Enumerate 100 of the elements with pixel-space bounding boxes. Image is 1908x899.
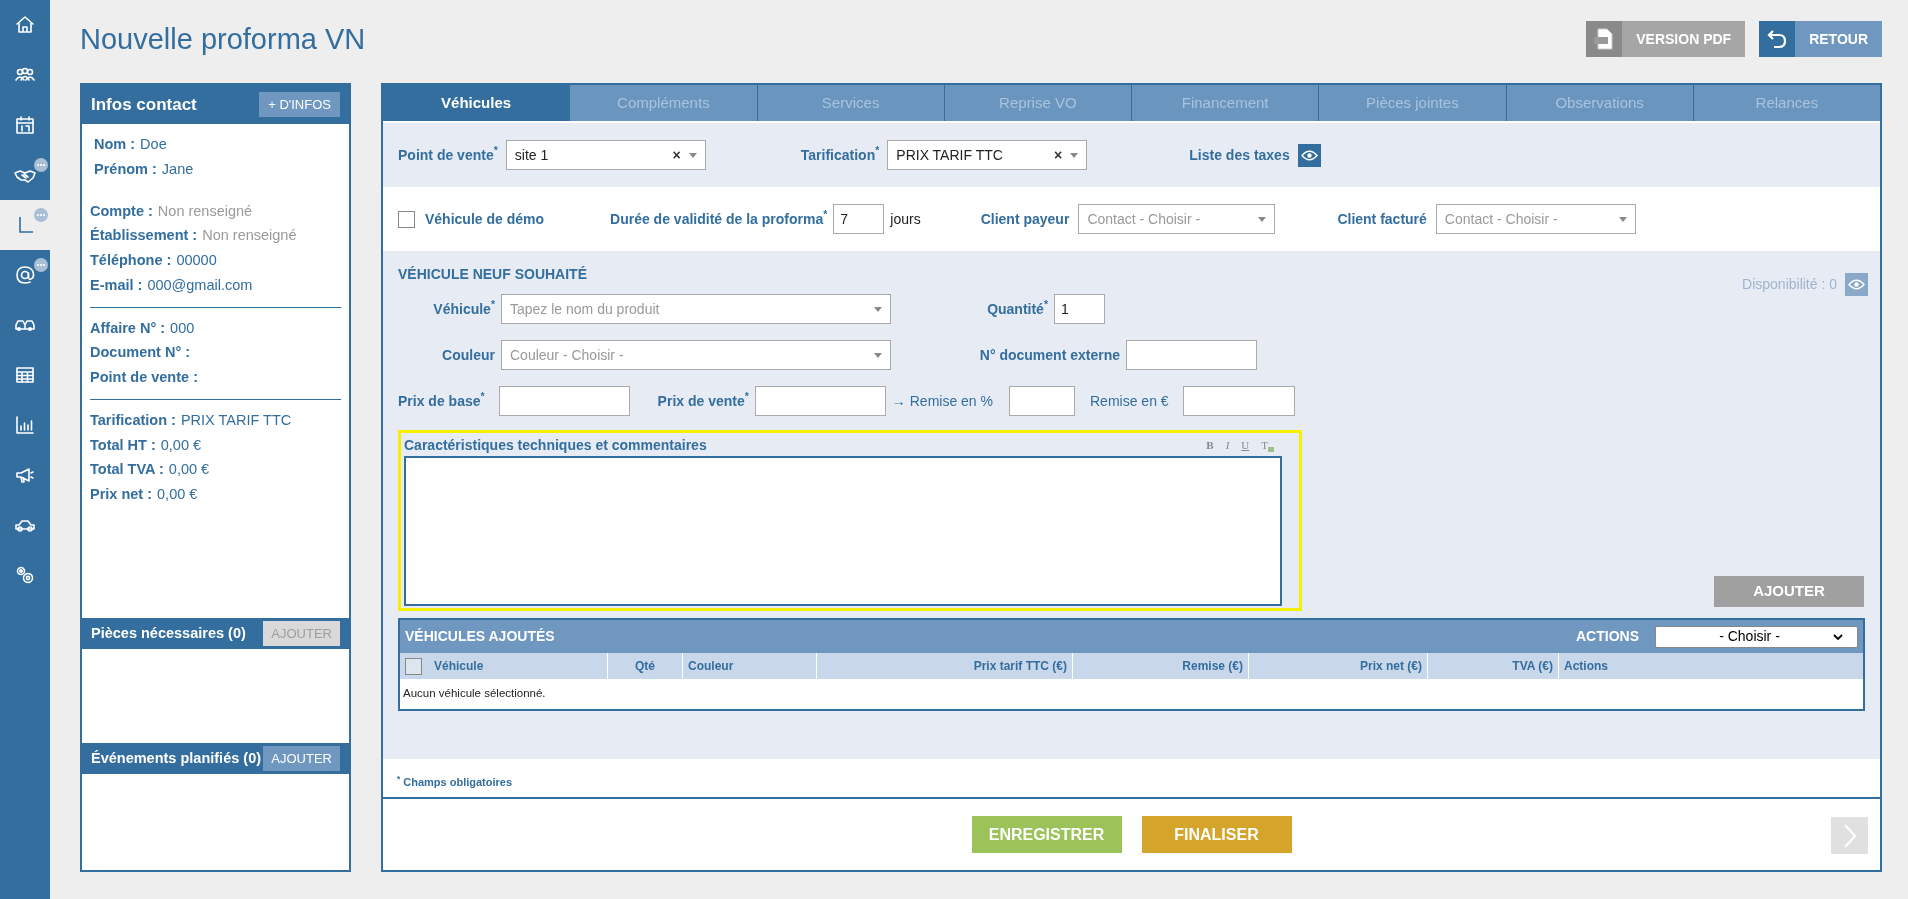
- tab[interactable]: Reprise VO: [943, 85, 1131, 121]
- dropdown-caret-icon: [688, 152, 697, 158]
- pdf-file-icon: [1593, 27, 1616, 51]
- view-button[interactable]: [1845, 272, 1868, 296]
- dropdown-caret-icon: [1258, 216, 1267, 222]
- actions-dropdown[interactable]: - Choisir -: [1655, 625, 1858, 648]
- underline-format-button[interactable]: U: [1241, 436, 1250, 454]
- eye-icon: [1848, 278, 1865, 290]
- field-value: Jane: [161, 159, 194, 179]
- field-label: E-mail :: [90, 275, 143, 295]
- field-value: PRIX TARIF TTC: [180, 410, 292, 430]
- finish-button[interactable]: FINALISER: [1141, 816, 1292, 853]
- field-value: Non renseigné: [157, 201, 253, 221]
- tab[interactable]: Compléments: [569, 85, 757, 121]
- field-label: Document N° :: [90, 343, 191, 363]
- tab[interactable]: Observations: [1505, 85, 1693, 121]
- table-icon: [14, 364, 36, 386]
- bold-format-button[interactable]: B: [1206, 436, 1214, 454]
- field-label: Liste des taxes: [1189, 145, 1290, 165]
- clear-format-button[interactable]: T: [1261, 436, 1274, 454]
- field-label: Total TVA :: [90, 460, 164, 480]
- table-title: VÉHICULES AJOUTÉS: [405, 627, 555, 646]
- field-label: Point de vente$^{*}$: [398, 144, 498, 165]
- empty-message: Aucun véhicule sélectionné.: [403, 686, 546, 702]
- field-value: Doe: [140, 135, 167, 154]
- field-value: 00000: [176, 251, 217, 270]
- field-label: Affaire N° :: [90, 318, 166, 338]
- field-label: → Remise en %: [891, 391, 993, 411]
- back-button[interactable]: RETOUR: [1759, 21, 1882, 57]
- at-sign-icon: [14, 264, 36, 286]
- page-title: Nouvelle proforma VN: [80, 21, 366, 57]
- field-label: Point de vente :: [90, 368, 198, 387]
- field-label: Remise en €: [1090, 391, 1169, 411]
- save-button[interactable]: ENREGISTRER: [971, 816, 1122, 853]
- field-label: Prénom :: [94, 159, 157, 179]
- home-icon: [14, 14, 36, 36]
- tab[interactable]: Véhicules: [383, 85, 570, 121]
- dropdown[interactable]: PRIX TARIF TTC ×: [887, 140, 1088, 170]
- field-label: Prix net :: [90, 485, 153, 504]
- column-header: Prix net (€): [1249, 653, 1428, 679]
- field-value: Non renseigné: [202, 226, 297, 246]
- tab[interactable]: Relances: [1692, 85, 1880, 121]
- field-label: Compte :: [90, 201, 153, 221]
- field-label: Caractéristiques techniques et commentaires: [404, 435, 707, 455]
- checkbox[interactable]: [398, 210, 415, 228]
- comment-editor[interactable]: [404, 456, 1282, 606]
- dropdown[interactable]: Tapez le nom du produit: [501, 294, 891, 324]
- field-value: 000@gmail.com: [147, 275, 253, 295]
- field-label: Véhicule$^{*}$: [433, 298, 495, 319]
- calendar-icon: [14, 114, 36, 136]
- tab[interactable]: Financement: [1131, 85, 1319, 121]
- tab[interactable]: Pièces jointes: [1318, 85, 1506, 121]
- input-field[interactable]: [1009, 386, 1075, 416]
- input-field[interactable]: [498, 386, 630, 416]
- checkbox[interactable]: [405, 657, 422, 675]
- chevron-down-icon: [1833, 633, 1843, 640]
- undo-arrow-icon: [1766, 28, 1789, 50]
- gears-icon: [14, 564, 36, 586]
- column-header: Remise (€): [1073, 653, 1249, 679]
- input-field[interactable]: [1126, 340, 1257, 370]
- column-header: Prix tarif TTC (€): [817, 653, 1073, 679]
- field-value: 0,00 €: [168, 460, 210, 480]
- chevron-right-icon: [1843, 823, 1856, 848]
- sidebar-item[interactable]: [0, 200, 50, 250]
- field-label: N° document externe: [979, 345, 1120, 365]
- clear-icon[interactable]: ×: [1054, 144, 1063, 166]
- dropdown[interactable]: Couleur - Choisir -: [501, 340, 891, 370]
- column-header: Couleur: [683, 653, 817, 679]
- add-vehicle-button[interactable]: AJOUTER: [1714, 576, 1864, 607]
- dropdown-caret-icon: [1070, 152, 1079, 158]
- pdf-version-button[interactable]: VERSION PDF: [1586, 21, 1746, 57]
- dropdown[interactable]: Contact - Choisir -: [1435, 204, 1636, 234]
- section-title: Événements planifiés (0): [91, 748, 262, 768]
- input-field[interactable]: 1: [1054, 294, 1105, 324]
- dropdown-caret-icon: [874, 352, 882, 358]
- field-label: Quantité$^{*}$: [987, 298, 1048, 319]
- field-label: Nom :: [94, 135, 136, 154]
- availability-text: Disponibilité : 0: [1742, 274, 1837, 294]
- field-label: Établissement :: [90, 226, 198, 246]
- column-header: Véhicule: [400, 653, 608, 679]
- dropdown[interactable]: Contact - Choisir -: [1078, 204, 1276, 234]
- column-header: TVA (€): [1428, 653, 1559, 679]
- tab[interactable]: Services: [756, 85, 944, 121]
- field-value: 000: [170, 318, 195, 338]
- input-field[interactable]: [1182, 386, 1295, 416]
- field-label: Tarification$^{*}$: [800, 144, 880, 165]
- view-button[interactable]: [1297, 143, 1321, 167]
- field-label: Prix de vente$^{*}$: [657, 390, 749, 411]
- clear-icon[interactable]: ×: [672, 144, 681, 166]
- dropdown[interactable]: site 1 ×: [505, 140, 706, 170]
- input-field[interactable]: 7: [833, 204, 885, 234]
- field-label: Client payeur: [980, 209, 1070, 229]
- input-field[interactable]: [754, 386, 886, 416]
- dropdown-caret-icon: [1618, 216, 1627, 222]
- add-button[interactable]: AJOUTER: [263, 746, 340, 771]
- more-info-button[interactable]: + D'INFOS: [259, 92, 340, 117]
- field-label: Téléphone :: [90, 251, 172, 270]
- italic-format-button[interactable]: I: [1225, 436, 1230, 454]
- field-label: Tarification :: [90, 410, 176, 430]
- section-title: VÉHICULE NEUF SOUHAITÉ: [398, 264, 587, 284]
